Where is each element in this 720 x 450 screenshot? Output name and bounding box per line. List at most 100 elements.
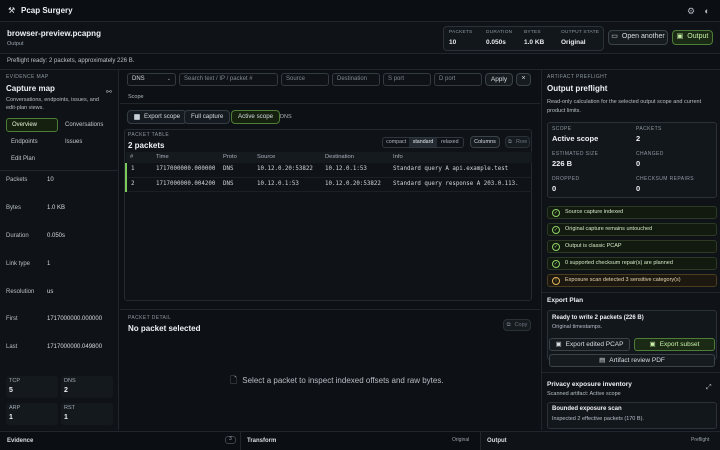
col-header-number[interactable]: # [126,152,156,163]
destination-input[interactable]: Destination [332,73,380,86]
cell-source: 10.12.0.20:53822 [257,163,325,178]
stat-bytes: BYTES 1.0 KB [524,30,545,46]
expand-icon[interactable]: ⤢ [706,384,712,392]
bounded-scan-card: Bounded exposure scan Inspected 2 effect… [547,402,717,429]
tile-scope: SCOPE Active scope [552,126,599,143]
check-circle-icon: ✓ [552,243,560,251]
panel-description: Conversations, endpoints, issues, and ed… [6,97,99,112]
cell-source: 10.12.0.1:53 [257,177,325,192]
protocol-tile-tcp[interactable]: TCP 5 [6,376,58,398]
col-header-source[interactable]: Source [257,152,325,163]
document-icon: 🗋 [230,375,238,385]
stage-label: Evidence [7,438,34,444]
output-button[interactable]: ▣ Output [672,30,713,45]
copy-button[interactable]: ⧉ Copy [503,319,531,331]
table-row[interactable]: 2 1717000000.004200 DNS 10.12.0.1:53 10.… [125,177,532,192]
columns-button[interactable]: Columns [470,136,500,148]
stage-evidence[interactable]: Evidence 3 [0,432,240,450]
artifact-preflight-panel: ARTIFACT PREFLIGHT Output preflight Read… [541,70,720,430]
app-logo-icon: ⚒ [8,6,16,15]
protocol-tile-dns[interactable]: DNS 2 [61,376,113,398]
scope-tag: DNS [280,114,292,120]
packet-count: 2 packets [128,141,165,150]
cell-number: 2 [125,177,156,192]
checkbox-checked-icon [134,114,140,120]
active-scope-button[interactable]: Active scope [231,110,281,124]
density-relaxed[interactable]: relaxed [437,138,463,147]
protocol-tile-rst[interactable]: RST 1 [61,403,113,425]
col-header-info[interactable]: Info [393,152,532,163]
tab-edit-plan[interactable]: Edit Plan [6,152,58,166]
section-label: ARTIFACT PREFLIGHT [547,74,608,80]
export-scope-checkbox[interactable]: Export scope [127,110,188,124]
stat-duration: DURATION 0.050s [486,30,513,46]
artifact-review-pdf-button[interactable]: ▤ Artifact review PDF [549,354,715,367]
check-item: ✓ Output is classic PCAP [547,240,717,253]
tab-issues[interactable]: Issues [60,135,114,149]
bottom-stage-bar: Evidence 3 Transform Original Output Pre… [0,431,720,450]
check-item-warning: ! Exposure scan detected 3 sensitive cate… [547,274,717,287]
check-item: ✓ 0 supported checksum repair(s) are plan… [547,257,717,270]
tab-conversations[interactable]: Conversations [60,118,114,132]
stage-state: Preflight [691,437,710,443]
cell-number: 1 [125,163,156,178]
table-row[interactable]: 1 1717000000.000000 DNS 10.12.0.20:53822… [125,163,532,178]
divider [542,292,720,293]
col-header-destination[interactable]: Destination [325,152,393,163]
divider [0,170,118,171]
bounded-title: Bounded exposure scan [552,406,622,412]
app-window: ⚒ Pcap Surgery ⚙ ◐ browser-preview.pcapn… [0,0,720,450]
detail-title: No packet selected [128,324,201,333]
stat-packets: PACKETS 10 [449,30,473,46]
theme-toggle-icon[interactable]: ◐ [701,5,713,17]
chevron-down-icon: ⌄ [166,76,171,82]
stat-output-state: OUTPUT STATE Original [561,30,600,46]
clear-filter-button[interactable]: × [516,73,531,86]
protocol-tile-arp[interactable]: ARP 1 [6,403,58,425]
search-input[interactable]: Search text / IP / packet # [179,73,278,86]
export-subset-button[interactable]: ▣ Export subset [634,338,715,351]
settings-gear-icon[interactable]: ⚙ [685,5,697,17]
protocol-select[interactable]: DNS ⌄ [127,73,176,86]
density-standard[interactable]: standard [409,138,437,147]
check-circle-icon: ✓ [552,209,560,217]
tab-endpoints[interactable]: Endpoints [6,135,58,149]
source-port-input[interactable]: S port [383,73,431,86]
density-compact[interactable]: compact [383,138,409,147]
save-icon: ▣ [555,340,562,348]
source-input[interactable]: Source [281,73,329,86]
panel-title: Output preflight [547,84,608,93]
ready-sub: Original timestamps. [552,324,603,330]
tile-packets: PACKETS 2 [636,126,662,143]
open-another-button[interactable]: ▭ Open another [608,30,668,45]
export-plan-title: Export Plan [547,297,584,304]
stage-count-badge: 3 [225,436,236,444]
privacy-sub: Scanned artifact: Active scope [547,391,621,397]
tab-overview[interactable]: Overview [6,118,58,132]
cell-proto: DNS [223,163,257,178]
empty-detail-hint: 🗋 Select a packet to inspect indexed off… [230,375,444,385]
evidence-panel: EVIDENCE MAP Capture map ⚯ Conversations… [0,70,119,430]
stage-state: Original [452,437,470,443]
check-item: ✓ Source capture indexed [547,206,717,219]
destination-port-input[interactable]: D port [434,73,482,86]
table-header-row: # Time Proto Source Destination Info [126,152,532,163]
export-edited-pcap-button[interactable]: ▣ Export edited PCAP [549,338,630,351]
stage-output[interactable]: Output Preflight [480,432,720,450]
packet-table: # Time Proto Source Destination Info 1 1… [125,152,532,192]
col-header-time[interactable]: Time [156,152,223,163]
cell-time: 1717000000.000000 [156,163,223,178]
stage-transform[interactable]: Transform Original [240,432,480,450]
col-header-proto[interactable]: Proto [223,152,257,163]
row-button[interactable]: ⧉ Row [505,136,530,148]
copy-icon: ⧉ [506,321,511,328]
tile-dropped: DROPPED 0 [552,176,580,193]
preflight-status: Preflight ready: 2 packets, approximatel… [7,58,135,64]
export-plan-card: Ready to write 2 packets (226 B) Origina… [547,310,717,360]
divider [120,103,540,104]
file-name: browser-preview.pcapng [7,29,101,38]
apply-button[interactable]: Apply [485,73,513,86]
section-label: PACKET TABLE [128,132,170,138]
hint-text: Select a packet to inspect indexed offse… [242,375,444,385]
full-capture-button[interactable]: Full capture [184,110,231,124]
